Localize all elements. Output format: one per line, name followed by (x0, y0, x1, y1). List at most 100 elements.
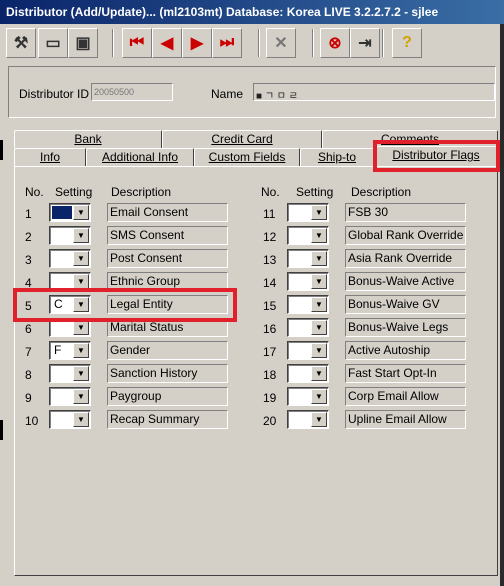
tab-bank[interactable]: Bank (14, 130, 162, 148)
first-record-button[interactable]: ⏮ (122, 28, 152, 58)
chevron-down-icon[interactable]: ▼ (73, 320, 89, 335)
flag-number: 14 (263, 276, 277, 290)
chevron-down-icon[interactable]: ▼ (73, 366, 89, 381)
flag-setting-select[interactable]: ▼ (287, 249, 329, 268)
flag-setting-select[interactable]: ▼ (49, 387, 91, 406)
flag-number: 10 (25, 414, 39, 428)
flag-setting-value (290, 321, 310, 334)
flag-setting-select[interactable]: ▼ (49, 364, 91, 383)
left-col-no-header: No. (25, 185, 44, 199)
flag-row: 17 ▼ Active Autoship (263, 341, 483, 361)
flag-number: 7 (25, 345, 32, 359)
cancel-button[interactable]: ⊗ (320, 28, 350, 58)
next-record-button[interactable]: ▶ (182, 28, 212, 58)
chevron-down-icon[interactable]: ▼ (73, 389, 89, 404)
tab-label: Bank (74, 132, 102, 146)
flag-row: 7 F ▼ Gender (25, 341, 245, 361)
right-col-no-header: No. (261, 185, 280, 199)
delete-button[interactable]: ✕ (266, 28, 296, 58)
exit-button[interactable]: ⇥ (350, 28, 380, 58)
flag-number: 11 (263, 207, 276, 221)
tab-highlight-box (373, 140, 500, 172)
edge-stripe (0, 140, 3, 160)
chevron-down-icon[interactable]: ▼ (73, 228, 89, 243)
chevron-down-icon[interactable]: ▼ (311, 205, 327, 220)
flag-row: 1 ▼ Email Consent (25, 203, 245, 223)
flag-setting-value: F (54, 343, 62, 357)
chevron-down-icon[interactable]: ▼ (311, 228, 327, 243)
toolbar: ⚒ ▭ ▣ ⏮ ◀ ▶ ⏭ ✕ ⊗ ⇥? (0, 26, 500, 60)
flag-setting-value (52, 275, 72, 288)
flag-row: 15 ▼ Bonus-Waive GV (263, 295, 483, 315)
tab-additional-info[interactable]: Additional Info (86, 148, 194, 166)
chevron-down-icon[interactable]: ▼ (311, 251, 327, 266)
flag-description: SMS Consent (107, 226, 228, 245)
tab-custom-fields[interactable]: Custom Fields (194, 148, 300, 166)
chevron-down-icon[interactable]: ▼ (311, 274, 327, 289)
folder-button[interactable]: ▭ (38, 28, 68, 58)
flag-number: 18 (263, 368, 277, 382)
flag-setting-select[interactable]: ▼ (287, 203, 329, 222)
help-button[interactable]: ? (392, 28, 422, 58)
flag-setting-value (290, 206, 310, 219)
chevron-down-icon[interactable]: ▼ (311, 389, 327, 404)
legal-entity-highlight-box (13, 288, 237, 322)
flag-number: 8 (25, 368, 32, 382)
chevron-down-icon[interactable]: ▼ (311, 320, 327, 335)
chevron-down-icon[interactable]: ▼ (311, 297, 327, 312)
flag-setting-select[interactable]: ▼ (49, 226, 91, 245)
tab-credit-card[interactable]: Credit Card (162, 130, 322, 148)
flag-row: 12 ▼ Global Rank Override (263, 226, 483, 246)
chevron-down-icon[interactable]: ▼ (311, 366, 327, 381)
cancel-icon: ⊗ (328, 35, 342, 52)
flag-row: 16 ▼ Bonus-Waive Legs (263, 318, 483, 338)
flag-setting-value (290, 298, 310, 311)
chevron-down-icon[interactable]: ▼ (73, 251, 89, 266)
folder-icon: ▭ (45, 35, 61, 52)
prev-record-button[interactable]: ◀ (152, 28, 182, 58)
tab-info[interactable]: Info (14, 148, 86, 166)
chevron-down-icon[interactable]: ▼ (73, 412, 89, 427)
flag-setting-select[interactable]: ▼ (49, 203, 91, 222)
flag-setting-select[interactable]: ▼ (49, 410, 91, 429)
help-icon: ? (402, 34, 412, 51)
chevron-down-icon[interactable]: ▼ (73, 205, 89, 220)
flag-setting-value (52, 413, 72, 426)
flag-number: 3 (25, 253, 32, 267)
name-field[interactable]: ■ ㄱ ㅁ ㄹ (253, 83, 495, 101)
flag-setting-value (290, 252, 310, 265)
flag-setting-select[interactable]: ▼ (287, 226, 329, 245)
flag-setting-select[interactable]: ▼ (287, 387, 329, 406)
flag-row: 9 ▼ Paygroup (25, 387, 245, 407)
distributor-id-field[interactable]: 20050500 (91, 83, 173, 101)
tool-button[interactable]: ⚒ (6, 28, 36, 58)
flag-setting-select[interactable]: ▼ (287, 364, 329, 383)
flag-description: Bonus-Waive Active (345, 272, 466, 291)
flag-setting-select[interactable]: ▼ (49, 249, 91, 268)
flag-row: 14 ▼ Bonus-Waive Active (263, 272, 483, 292)
last-record-button[interactable]: ⏭ (212, 28, 242, 58)
flag-row: 8 ▼ Sanction History (25, 364, 245, 384)
flag-setting-select[interactable]: ▼ (287, 341, 329, 360)
flag-setting-select[interactable]: F ▼ (49, 341, 91, 360)
flag-number: 20 (263, 414, 277, 428)
flag-description: Gender (107, 341, 228, 360)
flag-setting-value (52, 390, 72, 403)
flag-setting-value (52, 252, 72, 265)
chevron-down-icon[interactable]: ▼ (73, 343, 89, 358)
flag-setting-select[interactable]: ▼ (287, 318, 329, 337)
chevron-down-icon[interactable]: ▼ (311, 412, 327, 427)
chevron-down-icon[interactable]: ▼ (311, 343, 327, 358)
flag-setting-select[interactable]: ▼ (287, 295, 329, 314)
save-button[interactable]: ▣ (68, 28, 98, 58)
first-record-icon: ⏮ (129, 34, 145, 51)
tab-ship-to[interactable]: Ship-to (300, 148, 374, 166)
flag-setting-select[interactable]: ▼ (287, 410, 329, 429)
flag-description: Post Consent (107, 249, 228, 268)
flag-number: 17 (263, 345, 277, 359)
tab-label: Additional Info (101, 150, 179, 164)
chevron-down-icon[interactable]: ▼ (73, 274, 89, 289)
flag-setting-value (290, 229, 310, 242)
flag-number: 15 (263, 299, 277, 313)
flag-setting-select[interactable]: ▼ (287, 272, 329, 291)
